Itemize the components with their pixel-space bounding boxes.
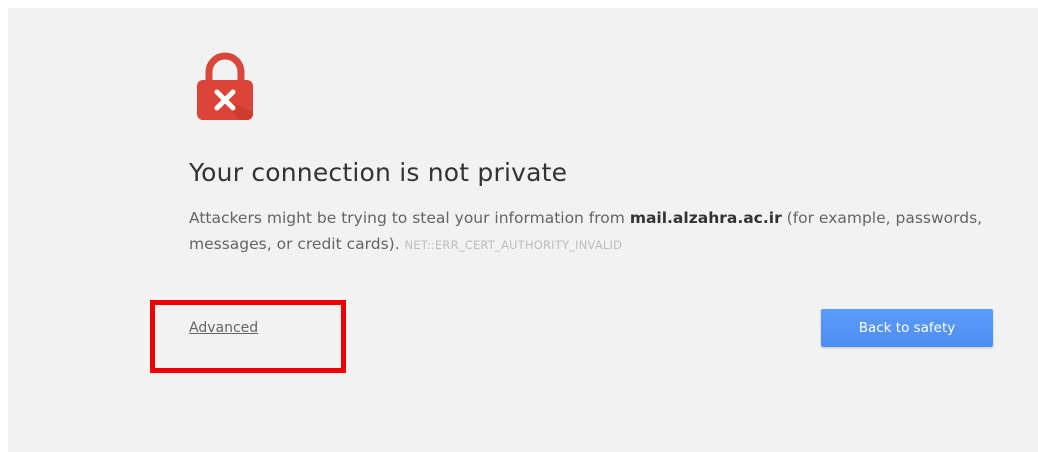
lock-error-icon (197, 52, 253, 120)
annotation-highlight-box (150, 300, 346, 373)
domain-name: mail.alzahra.ac.ir (629, 209, 782, 227)
page-title: Your connection is not private (189, 158, 568, 187)
advanced-link[interactable]: Advanced (189, 320, 258, 336)
interstitial-page: Your connection is not private Attackers… (8, 8, 1038, 452)
error-code: NET::ERR_CERT_AUTHORITY_INVALID (404, 238, 623, 252)
back-to-safety-button[interactable]: Back to safety (821, 309, 993, 347)
message-prefix: Attackers might be trying to steal your … (189, 209, 630, 227)
warning-message: Attackers might be trying to steal your … (189, 205, 989, 258)
